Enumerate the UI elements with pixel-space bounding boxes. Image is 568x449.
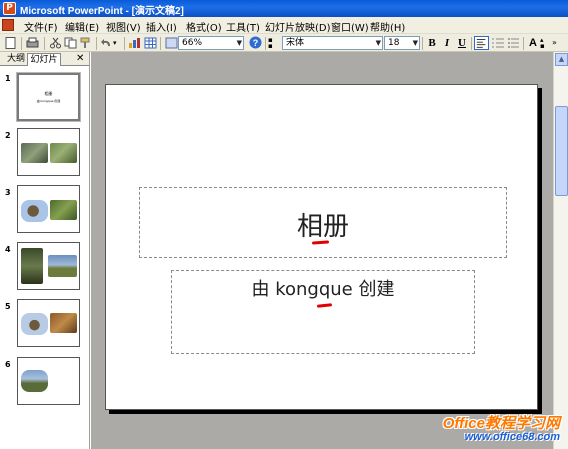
- slide-thumbnail-2[interactable]: [17, 128, 80, 176]
- thumbnail-subtitle: 由 kongque 创建: [36, 99, 61, 103]
- toolbar-separator: [44, 37, 45, 50]
- slide-thumbnail-6[interactable]: [17, 357, 80, 405]
- menu-help[interactable]: 帮助(H): [370, 19, 405, 34]
- zoom-value: 66%: [182, 38, 203, 48]
- slide-thumbnail-3[interactable]: [17, 185, 80, 233]
- slide-subtitle[interactable]: 由 kongque 创建: [172, 275, 474, 301]
- photo: [21, 200, 48, 222]
- window-title: Microsoft PowerPoint - [演示文稿2]: [20, 6, 184, 17]
- photo: [48, 255, 77, 277]
- insert-chart-icon[interactable]: [128, 37, 141, 49]
- copy-icon[interactable]: [64, 37, 77, 49]
- red-annotation-mark: [316, 303, 333, 308]
- toolbar-grip-icon[interactable]: ▪ ▪: [268, 37, 276, 50]
- insert-table-icon[interactable]: [144, 37, 157, 49]
- bold-button[interactable]: B: [425, 36, 439, 50]
- toolbar-separator: [265, 37, 266, 50]
- photo: [21, 248, 43, 284]
- powerpoint-app-icon[interactable]: P: [3, 2, 16, 15]
- increase-font-button[interactable]: A: [526, 36, 540, 50]
- menu-tools[interactable]: 工具(T): [226, 19, 260, 34]
- slide-number: 3: [5, 188, 11, 197]
- font-combo[interactable]: 宋体 ▼: [282, 36, 383, 50]
- thumbnail-title: 相册: [44, 91, 53, 96]
- bulleted-list-icon[interactable]: [507, 37, 520, 49]
- svg-text:?: ?: [253, 38, 259, 48]
- slide-canvas[interactable]: 相册 由 kongque 创建: [105, 84, 538, 410]
- watermark-url: www.office68.com: [464, 431, 560, 443]
- slide-number: 5: [5, 302, 11, 311]
- chevron-down-icon[interactable]: ▼: [413, 37, 418, 49]
- toolbar-separator: [422, 37, 423, 50]
- toolbar-separator: [96, 37, 97, 50]
- toolbar-separator: [160, 37, 161, 50]
- slide-thumbnail-4[interactable]: [17, 242, 80, 290]
- pane-tabs: 大纲 幻灯片 ✕: [0, 52, 89, 66]
- chevron-down-icon[interactable]: ▼: [376, 37, 381, 49]
- photo: [21, 370, 48, 392]
- align-left-icon[interactable]: [474, 36, 489, 50]
- photo: [50, 313, 77, 333]
- menu-format[interactable]: 格式(O): [186, 19, 222, 34]
- menu-window[interactable]: 窗口(W): [331, 19, 369, 34]
- underline-button[interactable]: U: [455, 36, 469, 50]
- tab-slides[interactable]: 幻灯片: [27, 53, 61, 66]
- vertical-scrollbar[interactable]: ▲: [553, 52, 568, 449]
- format-painter-icon[interactable]: [79, 37, 92, 49]
- italic-button[interactable]: I: [440, 36, 454, 50]
- toolbar-grip-icon[interactable]: ▴ ▪: [540, 37, 546, 50]
- cut-icon[interactable]: [49, 37, 62, 49]
- toolbar-separator: [471, 37, 472, 50]
- menu-view[interactable]: 视图(V): [106, 19, 141, 34]
- toolbar-options-icon[interactable]: »: [552, 37, 562, 49]
- photo: [50, 200, 77, 220]
- photo: [50, 143, 77, 163]
- menu-insert[interactable]: 插入(I): [146, 19, 177, 34]
- menu-edit[interactable]: 编辑(E): [65, 19, 99, 34]
- menu-slideshow[interactable]: 幻灯片放映(D): [265, 19, 331, 34]
- undo-icon[interactable]: [100, 37, 113, 49]
- scrollbar-thumb[interactable]: [555, 106, 568, 196]
- red-annotation-mark: [311, 240, 330, 245]
- toolbar-separator: [21, 37, 22, 50]
- document-icon[interactable]: [2, 19, 14, 31]
- title-bar: P Microsoft PowerPoint - [演示文稿2]: [0, 0, 568, 17]
- slide-number: 6: [5, 360, 11, 369]
- menu-file[interactable]: 文件(F): [24, 19, 58, 34]
- font-name: 宋体: [286, 38, 305, 48]
- toolbar-separator: [523, 37, 524, 50]
- scroll-up-icon[interactable]: ▲: [555, 53, 568, 66]
- new-document-icon[interactable]: [4, 37, 17, 49]
- slide-number: 4: [5, 245, 11, 254]
- watermark-text: Office教程学习网: [442, 415, 560, 432]
- slides-pane: 大纲 幻灯片 ✕ 1 相册 由 kongque 创建 2 3 4 5 6: [0, 52, 90, 449]
- font-size-combo[interactable]: 18 ▼: [384, 36, 420, 50]
- toolbar: ▾ 66% ▼ ? ▪ ▪ 宋体 ▼ 18 ▼ B I U A ▴ ▪ »: [0, 34, 568, 52]
- slide-thumbnail-5[interactable]: [17, 299, 80, 347]
- subtitle-placeholder[interactable]: 由 kongque 创建: [171, 270, 475, 354]
- slide-thumbnail-1[interactable]: 相册 由 kongque 创建: [16, 72, 81, 122]
- grid-icon[interactable]: [165, 37, 178, 49]
- help-icon[interactable]: ?: [249, 36, 262, 49]
- watermark: Office教程学习网 www.office68.com: [432, 412, 568, 449]
- slide-number: 2: [5, 131, 11, 140]
- toolbar-separator: [124, 37, 125, 50]
- title-placeholder[interactable]: 相册: [139, 187, 507, 258]
- font-size-value: 18: [388, 38, 400, 48]
- numbered-list-icon[interactable]: [492, 37, 505, 49]
- slide-workspace: 相册 由 kongque 创建: [91, 52, 553, 449]
- close-icon[interactable]: ✕: [76, 53, 84, 64]
- zoom-combo[interactable]: 66% ▼: [178, 36, 244, 50]
- tab-outline[interactable]: 大纲: [5, 53, 27, 66]
- slide-title[interactable]: 相册: [140, 206, 506, 243]
- chevron-down-icon[interactable]: ▼: [237, 37, 242, 49]
- print-icon[interactable]: [26, 37, 39, 49]
- photo: [21, 143, 48, 163]
- photo: [21, 313, 48, 335]
- menu-bar: 文件(F) 编辑(E) 视图(V) 插入(I) 格式(O) 工具(T) 幻灯片放…: [0, 17, 568, 34]
- slide-number: 1: [5, 74, 11, 83]
